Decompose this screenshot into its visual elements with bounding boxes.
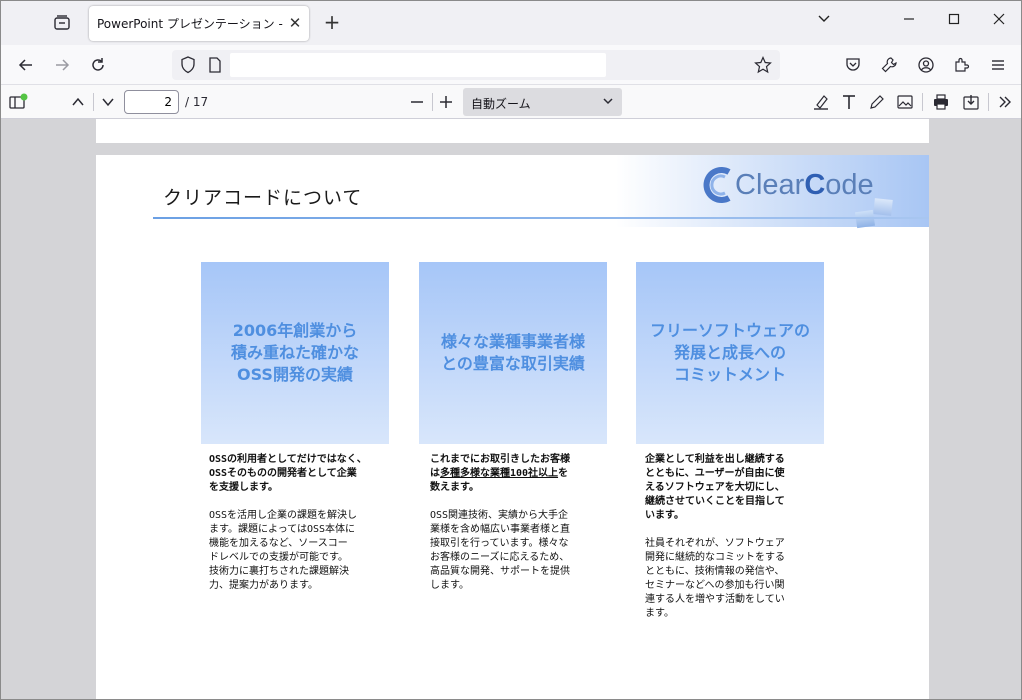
url-bar[interactable]	[172, 50, 780, 80]
new-tab-icon[interactable]: +	[321, 12, 343, 34]
navigation-bar	[1, 45, 1021, 85]
pdf-page: ClearCode クリアコードについて 2006年創業から 積み重ねた確かな …	[96, 155, 929, 699]
description-body: 社員それぞれが、ソフトウェア 開発に継続的なコミットをする とともに、技術情報の…	[645, 538, 785, 619]
zoom-select[interactable]: 自動ズーム	[463, 88, 622, 116]
chevron-down-icon	[602, 95, 614, 110]
account-icon[interactable]	[914, 53, 938, 77]
description-body: OSS関連技術、実績から大手企 業様を含め幅広い事業者様と直 接取引を行っていま…	[430, 510, 570, 591]
decorative-cube	[873, 198, 893, 216]
more-tools-icon[interactable]	[993, 90, 1017, 114]
feature-card: 様々な業種事業者様 との豊富な取引実績	[419, 262, 607, 444]
forward-icon[interactable]	[50, 53, 74, 77]
feature-card-label: 様々な業種事業者様 との豊富な取引実績	[440, 332, 585, 373]
toolbar-separator	[922, 93, 923, 111]
tracking-protection-icon[interactable]	[180, 56, 196, 77]
page-info-icon[interactable]	[208, 57, 222, 76]
zoom-in-icon[interactable]	[434, 90, 458, 114]
zoom-out-icon[interactable]	[405, 90, 429, 114]
image-icon[interactable]	[893, 90, 917, 114]
tab-list-button[interactable]	[51, 13, 73, 33]
browser-window: PowerPoint プレゼンテーション - clear- ✕ +	[0, 0, 1022, 700]
toolbar-separator	[432, 93, 433, 111]
reload-icon[interactable]	[86, 53, 110, 77]
pdf-viewer[interactable]: ClearCode クリアコードについて 2006年創業から 積み重ねた確かな …	[1, 119, 1021, 699]
minimize-icon[interactable]	[896, 11, 922, 35]
description-lead: 企業として利益を出し継続する とともに、ユーザーが自由に使 えるソフトウェアを大…	[645, 454, 785, 521]
logo-text: ClearCode	[735, 169, 874, 201]
highlight-icon[interactable]	[809, 90, 833, 114]
toolbar-separator	[93, 93, 94, 111]
feature-description: OSSの利用者としてだけではなく、 OSSそのものの開発者として企業 を支援しま…	[209, 453, 394, 593]
previous-page-icon[interactable]	[66, 90, 90, 114]
back-icon[interactable]	[14, 53, 38, 77]
sidebar-toggle-icon[interactable]	[6, 90, 30, 114]
zoom-select-label: 自動ズーム	[471, 97, 531, 111]
description-lead: これまでにお取引きしたお客様 は多種多様な業種100社以上を 数えます。	[430, 454, 570, 493]
clearcode-logo: ClearCode	[701, 163, 901, 213]
tab-title: PowerPoint プレゼンテーション - clear-	[97, 17, 283, 31]
active-tab[interactable]: PowerPoint プレゼンテーション - clear- ✕	[89, 6, 309, 41]
slide-title: クリアコードについて	[163, 187, 363, 209]
menu-icon[interactable]	[986, 53, 1010, 77]
feature-card-label: フリーソフトウェアの 発展と成長への コミットメント	[649, 321, 810, 384]
title-underline	[153, 217, 929, 219]
text-tool-icon[interactable]	[837, 90, 861, 114]
description-lead: OSSの利用者としてだけではなく、 OSSそのものの開発者として企業 を支援しま…	[209, 454, 367, 493]
feature-card: 2006年創業から 積み重ねた確かな OSS開発の実績	[201, 262, 389, 444]
feature-description: これまでにお取引きしたお客様 は多種多様な業種100社以上を 数えます。 OSS…	[430, 453, 615, 593]
decorative-cube	[854, 209, 876, 229]
bookmark-star-icon[interactable]	[754, 56, 772, 77]
draw-icon[interactable]	[865, 90, 889, 114]
description-body: OSSを活用し企業の課題を解決し ます。課題によってはOSS本体に 機能を加える…	[209, 510, 358, 591]
pdf-toolbar: / 17 自動ズーム	[1, 85, 1021, 119]
highlight-text: 多種多様な業種100社以上	[440, 468, 559, 479]
toolbar-separator	[988, 93, 989, 111]
maximize-icon[interactable]	[941, 11, 967, 35]
pocket-icon[interactable]	[841, 53, 865, 77]
previous-page-sheet	[96, 119, 929, 143]
feature-card: フリーソフトウェアの 発展と成長への コミットメント	[636, 262, 824, 444]
print-icon[interactable]	[929, 90, 953, 114]
feature-description: 企業として利益を出し継続する とともに、ユーザーが自由に使 えるソフトウェアを大…	[645, 453, 830, 621]
wrench-icon[interactable]	[877, 53, 901, 77]
close-window-icon[interactable]	[986, 11, 1012, 35]
feature-card-label: 2006年創業から 積み重ねた確かな OSS開発の実績	[230, 321, 359, 384]
list-all-tabs-icon[interactable]	[811, 11, 837, 35]
url-input[interactable]	[230, 53, 606, 77]
page-count: / 17	[185, 95, 209, 109]
extensions-icon[interactable]	[950, 53, 974, 77]
save-icon[interactable]	[959, 90, 983, 114]
next-page-icon[interactable]	[96, 90, 120, 114]
tab-strip: PowerPoint プレゼンテーション - clear- ✕ +	[1, 1, 1021, 45]
tab-list-icon	[54, 15, 70, 30]
tab-close-icon[interactable]: ✕	[287, 15, 303, 31]
logo-c-icon	[703, 167, 731, 203]
page-number-input[interactable]	[124, 90, 179, 114]
